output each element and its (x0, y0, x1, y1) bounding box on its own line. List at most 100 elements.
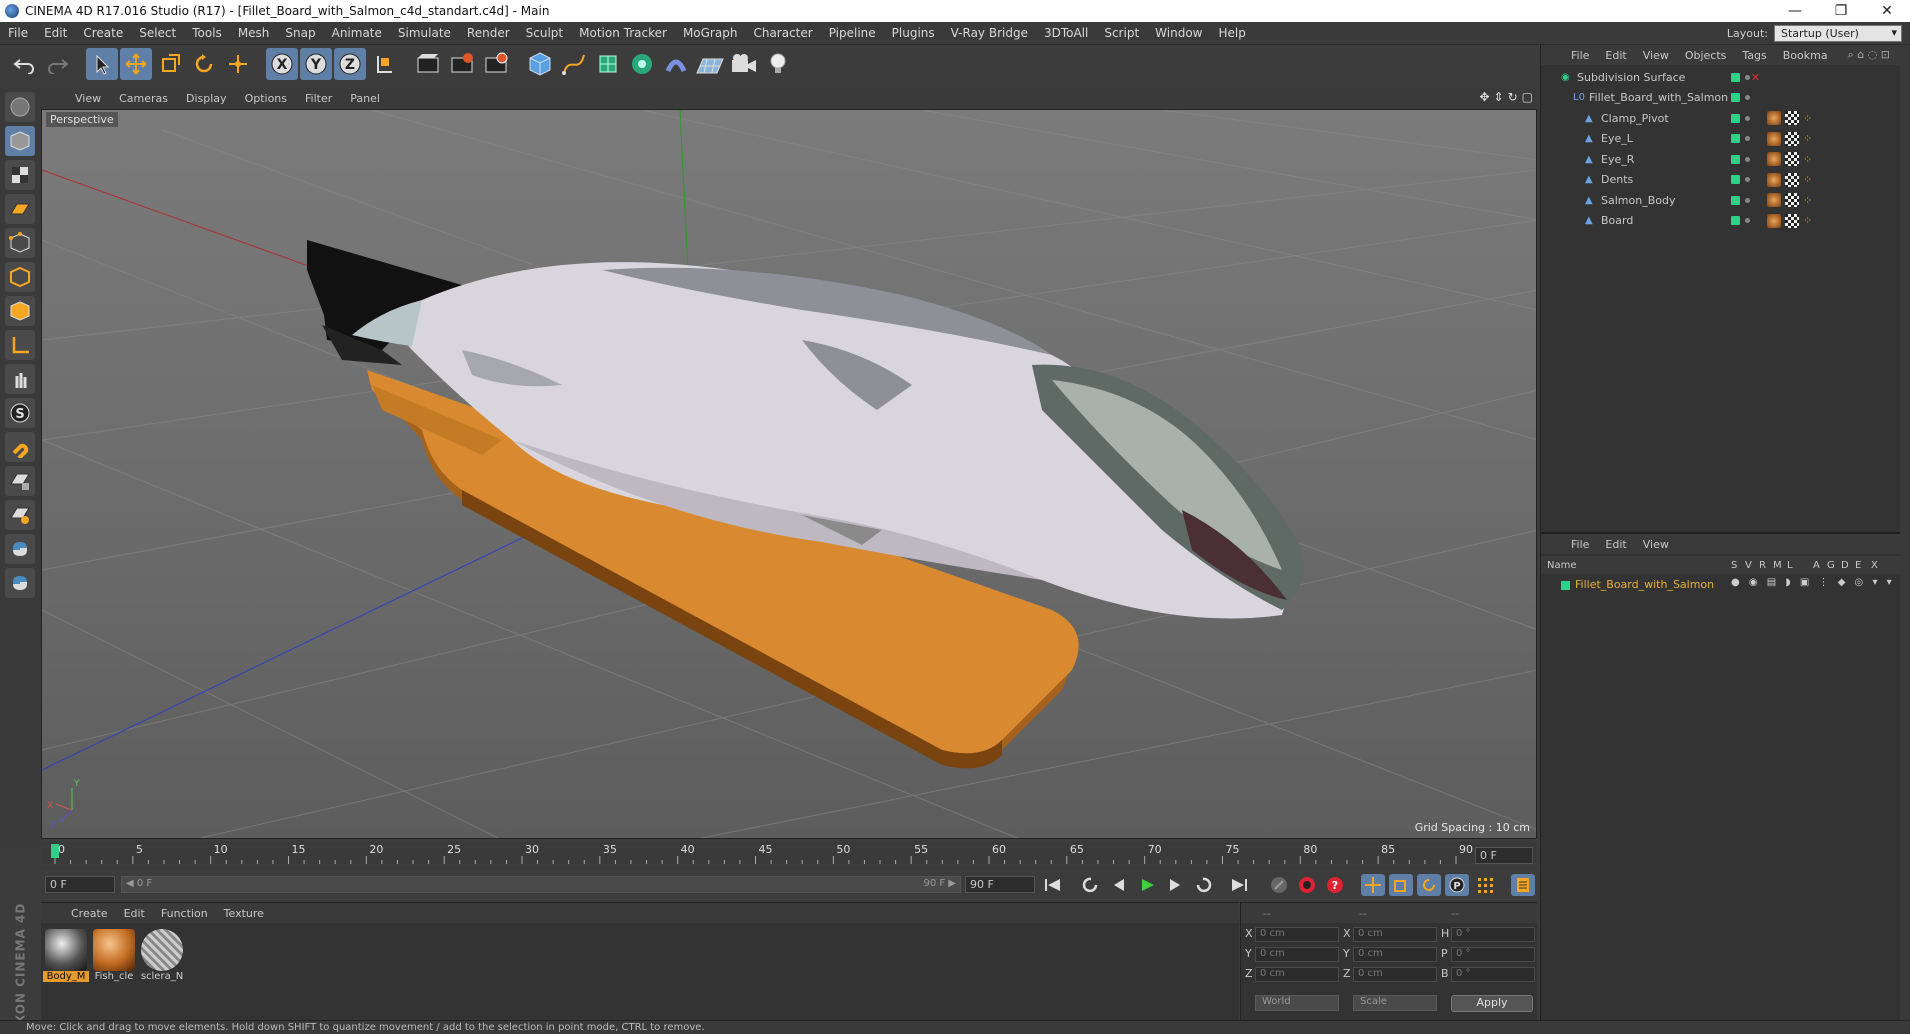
minimize-button[interactable]: — (1772, 0, 1818, 22)
viewport-menu-view[interactable]: View (66, 92, 110, 105)
deformer-icon[interactable] (660, 48, 692, 80)
material-tag-icon[interactable] (1767, 111, 1781, 125)
material-menu-texture[interactable]: Texture (216, 907, 272, 920)
render-dot[interactable] (1745, 197, 1750, 203)
keyframe-selection-icon[interactable]: ? (1323, 874, 1347, 896)
menu-tools[interactable]: Tools (184, 26, 230, 40)
polygons-mode-icon[interactable] (5, 296, 35, 326)
model-mode-icon[interactable] (5, 126, 35, 156)
scale-tool-icon[interactable] (154, 48, 186, 80)
menu-window[interactable]: Window (1147, 26, 1210, 40)
z-axis-lock-icon[interactable]: Z (334, 48, 366, 80)
object-row[interactable]: ▲ Board ⁘ (1541, 211, 1901, 231)
menu-animate[interactable]: Animate (324, 26, 390, 40)
x-axis-lock-icon[interactable]: X (266, 48, 298, 80)
material-tag-icon[interactable] (1767, 131, 1781, 146)
object-row[interactable]: ▲ Clamp_Pivot ⁘ (1541, 108, 1901, 128)
coordinate-system-icon[interactable] (368, 48, 400, 80)
menu-mograph[interactable]: MoGraph (675, 26, 746, 40)
phong-tag-icon[interactable]: ⁘ (1803, 173, 1812, 186)
material-menu-edit[interactable]: Edit (116, 907, 153, 920)
viewport-menu-panel[interactable]: Panel (341, 92, 389, 105)
menu-render[interactable]: Render (459, 26, 518, 40)
y-axis-lock-icon[interactable]: Y (300, 48, 332, 80)
menu-motion-tracker[interactable]: Motion Tracker (571, 26, 675, 40)
layer-menu-edit[interactable]: Edit (1597, 538, 1634, 551)
visibility-dot[interactable] (1731, 175, 1740, 184)
position-y-field[interactable]: 0 cm (1255, 947, 1339, 962)
viewport-pan-icon[interactable]: ✥ (1479, 90, 1489, 104)
3d-viewport[interactable]: Y X Z Perspective Grid Spacing : 10 cm (41, 109, 1537, 839)
key-rotation-icon[interactable] (1417, 874, 1441, 896)
size-x-field[interactable]: 0 cm (1353, 927, 1437, 942)
object-menu-tags[interactable]: Tags (1734, 49, 1774, 62)
viewport-maximize-icon[interactable]: ▢ (1522, 90, 1533, 104)
coordinate-mode-dropdown[interactable]: World (1255, 995, 1339, 1011)
next-keyframe-icon[interactable] (1191, 874, 1215, 896)
render-dot[interactable] (1745, 156, 1750, 162)
visibility-dot[interactable] (1731, 154, 1740, 164)
key-position-icon[interactable] (1361, 874, 1385, 896)
make-editable-icon[interactable] (5, 92, 35, 122)
layout-dropdown[interactable]: Startup (User) (1774, 25, 1902, 42)
render-dot[interactable] (1745, 115, 1750, 121)
render-dot[interactable] (1745, 218, 1750, 223)
material-tag-icon[interactable] (1767, 172, 1781, 187)
spline-pen-icon[interactable] (558, 48, 590, 80)
menu-3dtoall[interactable]: 3DToAll (1036, 26, 1096, 40)
material-tag-icon[interactable] (1767, 152, 1781, 166)
rotation-b-field[interactable]: 0 ° (1451, 967, 1535, 982)
texture-mode-icon[interactable] (5, 160, 35, 190)
object-menu-bookmarks[interactable]: Bookma (1775, 49, 1836, 62)
visibility-dot[interactable] (1731, 134, 1740, 143)
viewport-menu-display[interactable]: Display (177, 92, 236, 105)
phong-tag-icon[interactable]: ⁘ (1803, 153, 1812, 166)
go-to-start-icon[interactable] (1041, 874, 1065, 896)
object-menu-file[interactable]: File (1563, 49, 1597, 62)
render-to-picture-viewer-icon[interactable] (446, 48, 478, 80)
render-dot[interactable] (1745, 74, 1750, 80)
texture-tag-icon[interactable] (1785, 131, 1799, 146)
object-row[interactable]: ▲ Eye_L ⁘ (1541, 129, 1901, 149)
object-row[interactable]: L0 Fillet_Board_with_Salmon (1541, 88, 1901, 108)
play-forward-icon[interactable] (1135, 874, 1159, 896)
menu-edit[interactable]: Edit (36, 26, 75, 40)
object-row[interactable]: ◉ Subdivision Surface ✕ (1541, 67, 1901, 87)
material-swatch[interactable]: Fish_cle (91, 929, 137, 985)
close-button[interactable]: ✕ (1864, 0, 1910, 22)
phong-tag-icon[interactable]: ⁘ (1803, 194, 1812, 207)
tweak-mode-icon[interactable] (5, 364, 35, 394)
phong-tag-icon[interactable]: ⁘ (1803, 132, 1812, 145)
material-swatch[interactable]: Body_M (43, 929, 89, 985)
timeline-window-icon[interactable] (1511, 874, 1535, 896)
menu-character[interactable]: Character (745, 26, 820, 40)
texture-tag-icon[interactable] (1785, 193, 1799, 207)
frame-range-slider[interactable]: ◀ 0 F 90 F ▶ (121, 876, 961, 893)
redo-icon[interactable] (42, 48, 74, 80)
points-mode-icon[interactable] (5, 228, 35, 258)
rotate-tool-icon[interactable] (188, 48, 220, 80)
timeline-ruler[interactable]: 0 5 10 15 20 25 30 35 40 45 50 55 60 65 70 75 80 85 90 0 F (41, 842, 1537, 870)
visibility-dot[interactable] (1731, 113, 1740, 123)
python-script-icon[interactable] (5, 568, 35, 598)
live-selection-icon[interactable] (86, 48, 118, 80)
render-settings-icon[interactable] (480, 48, 512, 80)
visibility-dot[interactable] (1731, 72, 1740, 82)
rotation-p-field[interactable]: 0 ° (1451, 947, 1535, 962)
viewport-menu-filter[interactable]: Filter (296, 92, 341, 105)
viewport-menu-cameras[interactable]: Cameras (110, 92, 177, 105)
material-menu-function[interactable]: Function (153, 907, 216, 920)
snap-icon[interactable]: S (5, 398, 35, 428)
move-tool-icon[interactable] (120, 48, 152, 80)
viewport-orbit-icon[interactable]: ↻ (1508, 90, 1518, 104)
lock-workplane-icon[interactable] (5, 466, 35, 496)
menu-plugins[interactable]: Plugins (884, 26, 943, 40)
texture-tag-icon[interactable] (1785, 152, 1799, 166)
cube-primitive-icon[interactable] (524, 48, 556, 80)
rotation-h-field[interactable]: 0 ° (1451, 927, 1535, 942)
end-frame-field[interactable]: 90 F (965, 876, 1035, 893)
go-to-end-icon[interactable] (1227, 874, 1251, 896)
menu-simulate[interactable]: Simulate (390, 26, 459, 40)
autokeying-icon[interactable] (1295, 874, 1319, 896)
texture-tag-icon[interactable] (1785, 111, 1799, 125)
